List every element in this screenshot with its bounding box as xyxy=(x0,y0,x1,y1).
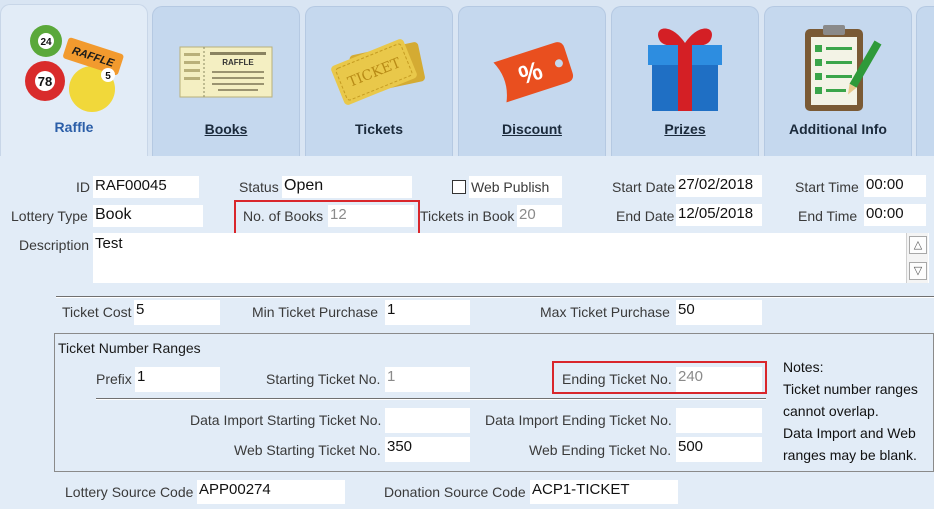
ticket-cost-field[interactable]: 5 xyxy=(134,300,220,325)
start-time-field[interactable]: 00:00 xyxy=(864,175,926,197)
end-time-label: End Time xyxy=(798,208,858,224)
notes-line: ranges may be blank. xyxy=(783,447,917,463)
import-start-label: Data Import Starting Ticket No. xyxy=(190,412,382,428)
notes-line: Ticket number ranges xyxy=(783,381,918,397)
import-start-field[interactable] xyxy=(385,408,470,433)
end-time-field[interactable]: 00:00 xyxy=(864,204,926,226)
prefix-field[interactable]: 1 xyxy=(135,367,220,392)
tab-additional-info-label: Additional Info xyxy=(789,121,887,137)
tab-prizes[interactable]: Prizes xyxy=(611,6,759,156)
num-books-label: No. of Books xyxy=(243,208,324,224)
import-end-label: Data Import Ending Ticket No. xyxy=(485,412,672,428)
ticket-ranges-title: Ticket Number Ranges xyxy=(58,340,201,356)
tab-tickets-label: Tickets xyxy=(355,121,403,137)
min-purchase-label: Min Ticket Purchase xyxy=(252,304,379,320)
web-end-label: Web Ending Ticket No. xyxy=(529,442,672,458)
lottery-source-label: Lottery Source Code xyxy=(65,484,194,500)
tab-prizes-label: Prizes xyxy=(664,121,706,137)
separator-ranges xyxy=(96,398,766,400)
end-date-label: End Date xyxy=(616,208,675,224)
end-date-field[interactable]: 12/05/2018 xyxy=(676,204,762,226)
lottery-source-field[interactable]: APP00274 xyxy=(197,480,345,504)
notes-line: Data Import and Web xyxy=(783,425,916,441)
web-end-field[interactable]: 500 xyxy=(676,437,762,462)
ranges-notes: Notes: Ticket number ranges cannot overl… xyxy=(783,356,918,466)
tab-discount-label: Discount xyxy=(502,121,562,137)
tab-additional-info[interactable]: Additional Info xyxy=(764,6,912,156)
num-books-field[interactable]: 12 xyxy=(328,205,414,227)
tab-tickets[interactable]: TICKET Tickets xyxy=(305,6,453,156)
book-stub-text: RAFFLE xyxy=(222,58,254,67)
ticket-cost-label: Ticket Cost xyxy=(62,304,132,320)
min-purchase-field[interactable]: 1 xyxy=(385,300,470,325)
tab-overflow[interactable] xyxy=(916,6,934,156)
raffle-book-icon: RAFFLE xyxy=(179,46,273,98)
notes-line: cannot overlap. xyxy=(783,403,879,419)
max-purchase-label: Max Ticket Purchase xyxy=(540,304,670,320)
clipboard-icon xyxy=(805,25,882,111)
start-time-label: Start Time xyxy=(795,179,859,195)
tab-books-label: Books xyxy=(204,121,248,137)
gift-box-icon xyxy=(648,28,722,111)
start-date-field[interactable]: 27/02/2018 xyxy=(676,175,762,197)
tab-raffle[interactable]: 24 78 RAFFLE 5 Raffle xyxy=(0,4,148,160)
ending-ticket-field[interactable]: 240 xyxy=(676,367,762,392)
tab-discount[interactable]: % Discount xyxy=(458,6,606,156)
tab-books[interactable]: RAFFLE Books xyxy=(152,6,300,156)
import-end-field[interactable] xyxy=(676,408,762,433)
description-scrollbar[interactable]: △ ▽ xyxy=(906,233,928,283)
prefix-label: Prefix xyxy=(96,371,132,387)
web-publish-label[interactable]: Web Publish xyxy=(469,176,562,198)
id-label: ID xyxy=(76,179,90,195)
tickets-in-book-label: Tickets in Book xyxy=(420,208,515,224)
description-label: Description xyxy=(19,237,90,253)
ticket-icon: TICKET xyxy=(331,39,425,105)
starting-ticket-label: Starting Ticket No. xyxy=(266,371,381,387)
discount-tag-icon: % xyxy=(493,42,574,103)
web-start-label: Web Starting Ticket No. xyxy=(234,442,381,458)
web-publish-checkbox[interactable] xyxy=(452,180,466,194)
description-field[interactable]: Test xyxy=(93,233,929,283)
separator-top xyxy=(56,296,934,298)
starting-ticket-field[interactable]: 1 xyxy=(385,367,470,392)
scroll-down-icon[interactable]: ▽ xyxy=(909,262,927,280)
status-label: Status xyxy=(239,179,279,195)
scroll-up-icon[interactable]: △ xyxy=(909,236,927,254)
tickets-in-book-field[interactable]: 20 xyxy=(517,205,562,227)
tab-raffle-label: Raffle xyxy=(54,119,94,135)
start-date-label: Start Date xyxy=(612,179,676,195)
donation-source-field[interactable]: ACP1-TICKET xyxy=(530,480,678,504)
web-start-field[interactable]: 350 xyxy=(385,437,470,462)
ball-number-78: 78 xyxy=(38,74,52,89)
status-field[interactable]: Open xyxy=(282,176,412,198)
lottery-type-label: Lottery Type xyxy=(11,208,88,224)
ball-number-24: 24 xyxy=(40,37,52,48)
max-purchase-field[interactable]: 50 xyxy=(676,300,762,325)
lottery-type-field[interactable]: Book xyxy=(93,205,203,227)
notes-line: Notes: xyxy=(783,359,824,375)
ball-number-5: 5 xyxy=(105,71,111,82)
donation-source-label: Donation Source Code xyxy=(384,484,526,500)
raffle-balls-icon: 24 78 RAFFLE 5 xyxy=(25,25,124,112)
tab-bar: 24 78 RAFFLE 5 Raffle RAFFLE Books TICKE… xyxy=(0,0,934,160)
id-field[interactable]: RAF00045 xyxy=(93,176,199,198)
ending-ticket-label: Ending Ticket No. xyxy=(562,371,672,387)
